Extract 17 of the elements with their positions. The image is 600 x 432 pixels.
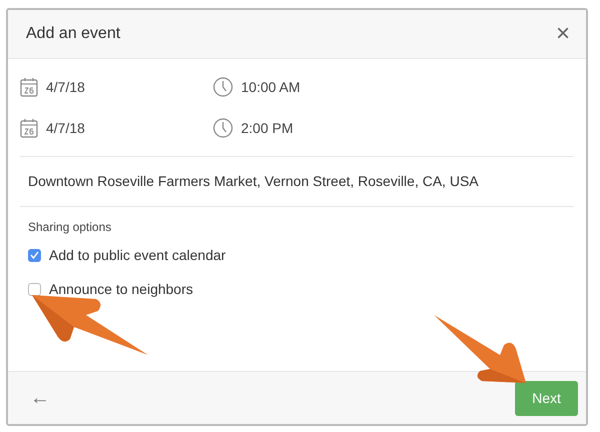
checkbox-label[interactable]: Announce to neighbors (49, 281, 193, 297)
close-button[interactable]: × (554, 22, 572, 46)
checkbox[interactable] (28, 282, 41, 296)
date-field[interactable]: 4/7/18 (46, 120, 85, 136)
dialog-title: Add an event (26, 25, 120, 43)
date-field[interactable]: 4/7/18 (46, 79, 85, 95)
calendar-icon (20, 118, 38, 138)
clock-icon (213, 77, 233, 97)
back-button[interactable]: ← (30, 386, 50, 410)
clock-icon (213, 118, 233, 138)
calendar-icon (20, 77, 38, 97)
section-label: Sharing options (28, 220, 112, 234)
checkbox[interactable] (28, 248, 41, 262)
time-field[interactable]: 10:00 AM (241, 79, 300, 95)
checkbox-label[interactable]: Add to public event calendar (49, 247, 226, 263)
location-field[interactable]: Downtown Roseville Farmers Market, Vernon Street, Roseville, CA, USA (20, 157, 574, 207)
time-field[interactable]: 2:00 PM (241, 120, 294, 136)
